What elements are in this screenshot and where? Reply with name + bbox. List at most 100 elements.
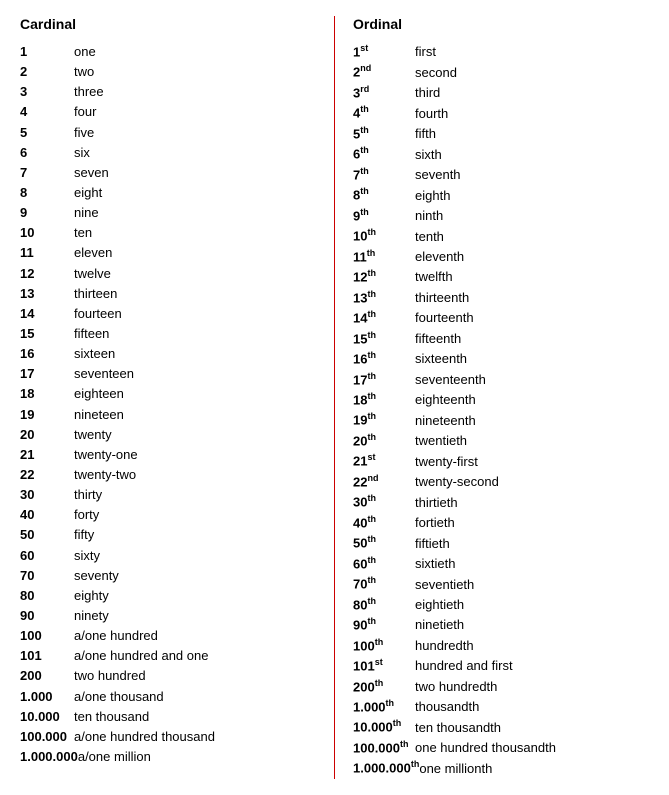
ordinal-row: 200thtwo hundredth bbox=[353, 677, 649, 697]
ordinal-word: two hundredth bbox=[415, 677, 649, 697]
ordinal-row: 22ndtwenty-second bbox=[353, 472, 649, 492]
cardinal-word: thirteen bbox=[74, 284, 316, 304]
cardinal-row: 200two hundred bbox=[20, 666, 316, 686]
ordinal-number: 60th bbox=[353, 554, 415, 574]
ordinal-word: fortieth bbox=[415, 513, 649, 533]
cardinal-row: 2two bbox=[20, 62, 316, 82]
ordinal-word: ninetieth bbox=[415, 615, 649, 635]
ordinal-row: 30ththirtieth bbox=[353, 492, 649, 512]
cardinal-number: 40 bbox=[20, 505, 74, 525]
cardinal-row: 100a/one hundred bbox=[20, 626, 316, 646]
cardinal-word: thirty bbox=[74, 485, 316, 505]
ordinal-word: sixtieth bbox=[415, 554, 649, 574]
ordinal-word: thirteenth bbox=[415, 288, 649, 308]
ordinal-word: hundredth bbox=[415, 636, 649, 656]
ordinal-row: 16thsixteenth bbox=[353, 349, 649, 369]
ordinal-number: 101st bbox=[353, 656, 415, 676]
cardinal-number: 16 bbox=[20, 344, 74, 364]
ordinal-word: tenth bbox=[415, 227, 649, 247]
ordinal-column: Ordinal 1stfirst2ndsecond3rdthird4thfour… bbox=[343, 16, 659, 779]
cardinal-number: 13 bbox=[20, 284, 74, 304]
ordinal-number: 30th bbox=[353, 492, 415, 512]
ordinal-row: 14thfourteenth bbox=[353, 308, 649, 328]
cardinal-word: seven bbox=[74, 163, 316, 183]
cardinal-row: 18eighteen bbox=[20, 384, 316, 404]
cardinal-number: 18 bbox=[20, 384, 74, 404]
cardinal-title: Cardinal bbox=[20, 16, 316, 32]
ordinal-number: 40th bbox=[353, 513, 415, 533]
ordinal-number: 14th bbox=[353, 308, 415, 328]
ordinal-word: fifth bbox=[415, 124, 649, 144]
ordinal-word: fifteenth bbox=[415, 329, 649, 349]
ordinal-number: 20th bbox=[353, 431, 415, 451]
cardinal-number: 20 bbox=[20, 425, 74, 445]
cardinal-number: 3 bbox=[20, 82, 74, 102]
ordinal-row: 21sttwenty-first bbox=[353, 451, 649, 471]
cardinal-word: twenty bbox=[74, 425, 316, 445]
cardinal-word: ninety bbox=[74, 606, 316, 626]
cardinal-number: 15 bbox=[20, 324, 74, 344]
cardinal-word: eight bbox=[74, 183, 316, 203]
cardinal-word: seventeen bbox=[74, 364, 316, 384]
cardinal-row: 12twelve bbox=[20, 264, 316, 284]
cardinal-number: 10.000 bbox=[20, 707, 74, 727]
column-divider bbox=[334, 16, 335, 779]
main-container: Cardinal 1one2two3three4four5five6six7se… bbox=[0, 0, 669, 795]
cardinal-word: one bbox=[74, 42, 316, 62]
cardinal-number: 4 bbox=[20, 102, 74, 122]
cardinal-word: seventy bbox=[74, 566, 316, 586]
ordinal-word: eightieth bbox=[415, 595, 649, 615]
ordinal-row: 100thhundredth bbox=[353, 636, 649, 656]
ordinal-row: 10thtenth bbox=[353, 226, 649, 246]
ordinal-number: 100.000th bbox=[353, 738, 415, 758]
ordinal-number: 3rd bbox=[353, 83, 415, 103]
cardinal-number: 80 bbox=[20, 586, 74, 606]
ordinal-word: seventieth bbox=[415, 575, 649, 595]
ordinal-word: second bbox=[415, 63, 649, 83]
cardinal-number: 30 bbox=[20, 485, 74, 505]
ordinal-number: 10.000th bbox=[353, 717, 415, 737]
ordinal-word: fourth bbox=[415, 104, 649, 124]
ordinal-word: twelfth bbox=[415, 267, 649, 287]
cardinal-row: 10ten bbox=[20, 223, 316, 243]
ordinal-row: 7thseventh bbox=[353, 165, 649, 185]
cardinal-word: fourteen bbox=[74, 304, 316, 324]
cardinal-row: 7seven bbox=[20, 163, 316, 183]
cardinal-row: 90ninety bbox=[20, 606, 316, 626]
ordinal-row: 3rdthird bbox=[353, 83, 649, 103]
cardinal-number: 100.000 bbox=[20, 727, 74, 747]
cardinal-number: 17 bbox=[20, 364, 74, 384]
ordinal-number: 11th bbox=[353, 247, 415, 267]
ordinal-row: 11theleventh bbox=[353, 247, 649, 267]
cardinal-word: nineteen bbox=[74, 405, 316, 425]
cardinal-number: 19 bbox=[20, 405, 74, 425]
cardinal-number: 100 bbox=[20, 626, 74, 646]
ordinal-word: eighth bbox=[415, 186, 649, 206]
ordinal-number: 10th bbox=[353, 226, 415, 246]
ordinal-row: 1.000.000thone millionth bbox=[353, 758, 649, 778]
cardinal-number: 60 bbox=[20, 546, 74, 566]
ordinal-number: 4th bbox=[353, 103, 415, 123]
cardinal-row: 3three bbox=[20, 82, 316, 102]
ordinal-row: 6thsixth bbox=[353, 144, 649, 164]
ordinal-number: 90th bbox=[353, 615, 415, 635]
cardinal-column: Cardinal 1one2two3three4four5five6six7se… bbox=[10, 16, 326, 779]
ordinal-number: 1.000th bbox=[353, 697, 415, 717]
ordinal-number: 5th bbox=[353, 124, 415, 144]
cardinal-word: a/one hundred and one bbox=[74, 646, 316, 666]
cardinal-number: 1.000.000 bbox=[20, 747, 78, 767]
ordinal-word: thirtieth bbox=[415, 493, 649, 513]
ordinal-word: seventeenth bbox=[415, 370, 649, 390]
cardinal-word: fifteen bbox=[74, 324, 316, 344]
cardinal-word: four bbox=[74, 102, 316, 122]
ordinal-number: 50th bbox=[353, 533, 415, 553]
cardinal-word: two hundred bbox=[74, 666, 316, 686]
ordinal-number: 100th bbox=[353, 636, 415, 656]
ordinal-row: 101sthundred and first bbox=[353, 656, 649, 676]
ordinal-word: fourteenth bbox=[415, 308, 649, 328]
ordinal-row: 12thtwelfth bbox=[353, 267, 649, 287]
cardinal-row: 101a/one hundred and one bbox=[20, 646, 316, 666]
ordinal-row: 70thseventieth bbox=[353, 574, 649, 594]
ordinal-word: thousandth bbox=[415, 697, 649, 717]
cardinal-number: 200 bbox=[20, 666, 74, 686]
